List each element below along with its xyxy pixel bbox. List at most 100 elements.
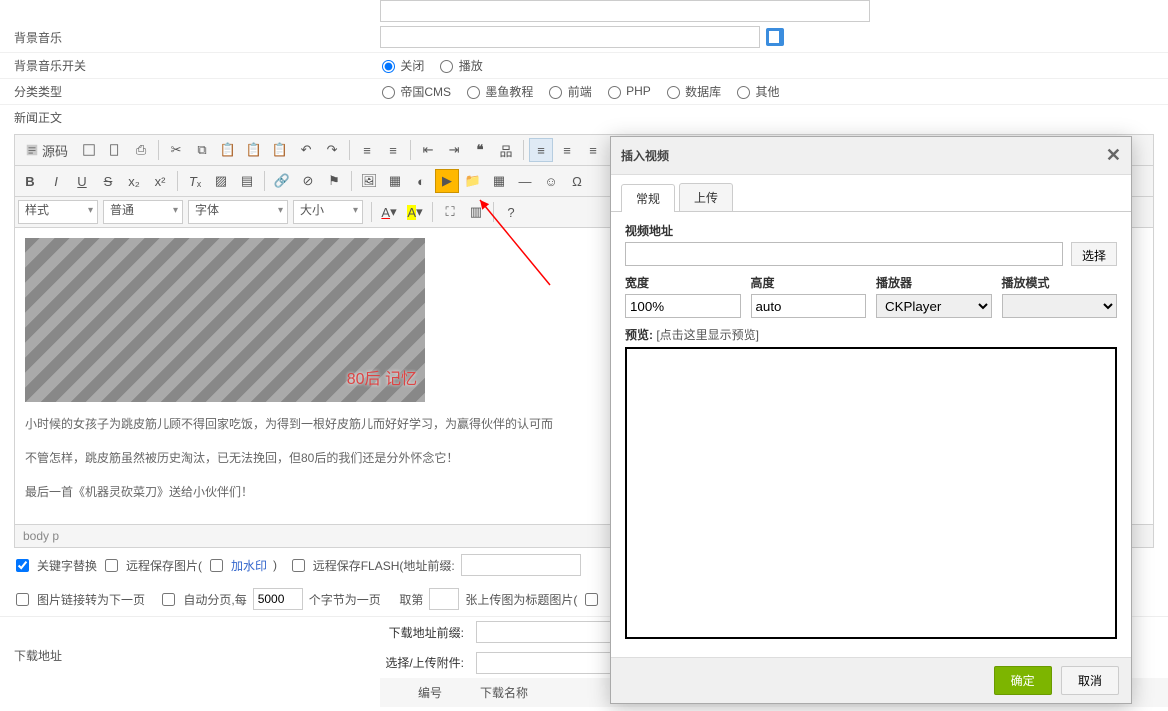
url-input[interactable] xyxy=(625,242,1063,266)
radio-play[interactable] xyxy=(440,60,453,73)
media-icon[interactable]: ◐ xyxy=(409,169,433,193)
undo-icon[interactable]: ↶ xyxy=(294,138,318,162)
upload-label: 选择/上传附件: xyxy=(380,654,470,671)
take-input[interactable] xyxy=(429,588,459,610)
align-right-icon[interactable]: ≡ xyxy=(581,138,605,162)
chk-linknext[interactable] xyxy=(16,593,29,606)
category-label: 分类类型 xyxy=(0,83,380,100)
anchor-icon[interactable]: ⚑ xyxy=(322,169,346,193)
paste-icon[interactable]: 📋 xyxy=(216,138,240,162)
radio-php[interactable] xyxy=(608,86,621,99)
size-combo[interactable]: 大小 xyxy=(293,200,363,224)
preview-hint[interactable]: [点击这里显示预览] xyxy=(656,328,759,342)
prefix-label: 下载地址前缀: xyxy=(380,624,470,641)
source-button[interactable]: 源码 xyxy=(18,138,75,162)
width-input[interactable] xyxy=(625,294,741,318)
insert-video-dialog: 插入视频 ✕ 常规 上传 视频地址 选择 宽度 高度 播放器 CKPlayer xyxy=(610,136,1132,704)
chk-watermark[interactable] xyxy=(210,559,223,572)
removeformat-icon[interactable]: Tₓ xyxy=(183,169,207,193)
category-radios: 帝国CMS 墨鱼教程 前端 PHP 数据库 其他 xyxy=(380,83,1168,100)
url-select-button[interactable]: 选择 xyxy=(1071,242,1117,266)
height-input[interactable] xyxy=(751,294,867,318)
align-left-icon[interactable]: ≡ xyxy=(529,138,553,162)
preview-icon[interactable]: ⎙ xyxy=(129,138,153,162)
maximize-icon[interactable]: ⛶ xyxy=(438,200,462,224)
cancel-button[interactable]: 取消 xyxy=(1061,666,1119,695)
font-combo[interactable]: 字体 xyxy=(188,200,288,224)
indent-icon[interactable]: ⇥ xyxy=(442,138,466,162)
file-button-icon[interactable]: 📁 xyxy=(461,169,485,193)
div-icon[interactable]: 品 xyxy=(494,138,518,162)
player-select[interactable]: CKPlayer xyxy=(876,294,992,318)
quote-icon[interactable]: ❝ xyxy=(468,138,492,162)
chk-autopage[interactable] xyxy=(162,593,175,606)
table-icon[interactable]: ▦ xyxy=(487,169,511,193)
special-icon[interactable]: Ω xyxy=(565,169,589,193)
tab-upload[interactable]: 上传 xyxy=(679,183,733,211)
autopage-input[interactable] xyxy=(253,588,303,610)
cut-icon[interactable]: ✂ xyxy=(164,138,188,162)
chk-remoteimg[interactable] xyxy=(105,559,118,572)
chk-remoteflash[interactable] xyxy=(292,559,305,572)
save-icon[interactable] xyxy=(77,138,101,162)
subscript-icon[interactable]: x₂ xyxy=(122,169,146,193)
height-label: 高度 xyxy=(751,274,867,291)
video-icon[interactable]: ▶ xyxy=(435,169,459,193)
tab-general[interactable]: 常规 xyxy=(621,184,675,212)
mode-select[interactable] xyxy=(1002,294,1118,318)
radio-moyu[interactable] xyxy=(467,86,480,99)
strike-icon[interactable]: S xyxy=(96,169,120,193)
styles-combo[interactable]: 样式 xyxy=(18,200,98,224)
chk-keyword[interactable] xyxy=(16,559,29,572)
radio-cms[interactable] xyxy=(382,86,395,99)
emoji-icon[interactable]: ☺ xyxy=(539,169,563,193)
close-icon[interactable]: ✕ xyxy=(1106,145,1121,166)
about-icon[interactable]: ? xyxy=(499,200,523,224)
width-label: 宽度 xyxy=(625,274,741,291)
bold-icon[interactable]: B xyxy=(18,169,42,193)
showblocks-icon[interactable]: ▥ xyxy=(464,200,488,224)
radio-db[interactable] xyxy=(667,86,680,99)
intro-textarea[interactable] xyxy=(380,0,870,22)
download-label: 下载地址 xyxy=(0,617,380,707)
link-icon[interactable]: 🔗 xyxy=(270,169,294,193)
image-icon[interactable]: 🖼 xyxy=(357,169,381,193)
music-label: 背景音乐 xyxy=(0,29,380,46)
newpage-icon[interactable] xyxy=(103,138,127,162)
superscript-icon[interactable]: x² xyxy=(148,169,172,193)
content-label: 新闻正文 xyxy=(0,109,380,126)
numlist-icon[interactable]: ≡ xyxy=(355,138,379,162)
radio-other[interactable] xyxy=(737,86,750,99)
file-icon[interactable] xyxy=(766,28,784,46)
bullist-icon[interactable]: ≡ xyxy=(381,138,405,162)
radio-frontend[interactable] xyxy=(549,86,562,99)
hr-icon[interactable]: — xyxy=(513,169,537,193)
paste-word-icon[interactable]: 📋 xyxy=(268,138,292,162)
url-label: 视频地址 xyxy=(625,222,1063,239)
italic-icon[interactable]: I xyxy=(44,169,68,193)
underline-icon[interactable]: U xyxy=(70,169,94,193)
music-switch-radios: 关闭 播放 xyxy=(380,57,1168,74)
highlight-icon[interactable]: ▨ xyxy=(209,169,233,193)
chk-mark2[interactable] xyxy=(585,593,598,606)
ok-button[interactable]: 确定 xyxy=(994,666,1052,695)
format-combo[interactable]: 普通 xyxy=(103,200,183,224)
flash-icon[interactable]: ▦ xyxy=(383,169,407,193)
image-watermark: 80后 记忆 xyxy=(347,364,417,396)
flash-prefix-input[interactable] xyxy=(461,554,581,576)
align-center-icon[interactable]: ≡ xyxy=(555,138,579,162)
content-image: 80后 记忆 xyxy=(25,238,425,402)
preview-box xyxy=(625,347,1117,639)
unlink-icon[interactable]: ⊘ xyxy=(296,169,320,193)
copy-icon[interactable]: ⧉ xyxy=(190,138,214,162)
radio-close[interactable] xyxy=(382,60,395,73)
dialog-title: 插入视频 xyxy=(621,147,669,164)
player-label: 播放器 xyxy=(876,274,992,291)
paste-text-icon[interactable]: 📋 xyxy=(242,138,266,162)
music-input[interactable] xyxy=(380,26,760,48)
bgcolor-icon[interactable]: A▾ xyxy=(403,200,427,224)
outdent-icon[interactable]: ⇤ xyxy=(416,138,440,162)
cleanup-icon[interactable]: ▤ xyxy=(235,169,259,193)
textcolor-icon[interactable]: A▾ xyxy=(377,200,401,224)
redo-icon[interactable]: ↷ xyxy=(320,138,344,162)
